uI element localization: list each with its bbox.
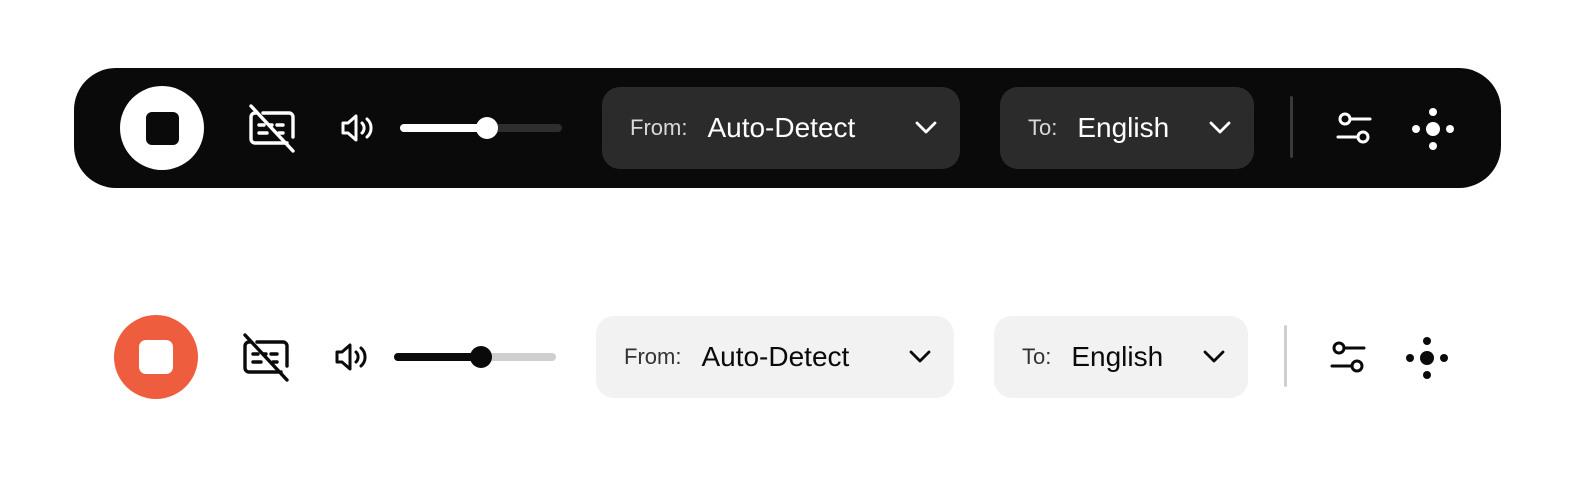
- to-language-dropdown[interactable]: To: English: [1000, 87, 1254, 169]
- speaker-icon: [335, 343, 367, 371]
- toolbar-divider: [1290, 96, 1293, 158]
- captions-toggle-button[interactable]: [244, 100, 300, 156]
- from-language-dropdown[interactable]: From: Auto-Detect: [596, 316, 954, 398]
- from-label: From:: [624, 344, 682, 369]
- chevron-down-icon: [915, 121, 937, 134]
- from-language-dropdown[interactable]: From: Auto-Detect: [602, 87, 960, 169]
- more-options-button[interactable]: [1402, 333, 1452, 383]
- chevron-down-icon: [909, 350, 931, 363]
- from-value: Auto-Detect: [707, 112, 856, 143]
- more-options-button[interactable]: [1408, 104, 1458, 154]
- chevron-down-icon: [1209, 121, 1231, 134]
- volume-fill: [400, 124, 488, 132]
- volume-slider[interactable]: [394, 346, 556, 368]
- stop-recording-button[interactable]: [120, 86, 204, 170]
- from-value: Auto-Detect: [701, 341, 850, 372]
- toolbar-divider: [1284, 325, 1287, 387]
- captions-off-icon: [243, 333, 289, 382]
- volume-slider[interactable]: [400, 117, 562, 139]
- stop-square-icon: [139, 340, 173, 374]
- speaker-icon: [341, 114, 373, 142]
- volume-thumb[interactable]: [476, 117, 499, 139]
- stop-recording-button[interactable]: [114, 315, 198, 399]
- mute-button[interactable]: [332, 337, 372, 377]
- sliders-icon: [1330, 341, 1366, 373]
- toolbar-light: From: Auto-Detect To: English: [68, 297, 1495, 417]
- settings-button[interactable]: [1332, 106, 1376, 150]
- dots-cluster-icon: [1406, 337, 1448, 379]
- captions-off-icon: [249, 104, 295, 153]
- chevron-down-icon: [1203, 350, 1225, 363]
- sliders-icon: [1336, 112, 1372, 144]
- to-label: To:: [1022, 344, 1052, 369]
- to-label: To:: [1028, 115, 1058, 140]
- volume-fill: [394, 353, 482, 361]
- captions-toggle-button[interactable]: [238, 329, 294, 385]
- stop-square-icon: [145, 111, 179, 145]
- to-value: English: [1077, 112, 1170, 143]
- from-label: From:: [630, 115, 688, 140]
- volume-thumb[interactable]: [470, 346, 493, 368]
- to-value: English: [1071, 341, 1164, 372]
- to-language-dropdown[interactable]: To: English: [994, 316, 1248, 398]
- toolbar-dark: From: Auto-Detect To: English: [74, 68, 1501, 188]
- settings-button[interactable]: [1326, 335, 1370, 379]
- dots-cluster-icon: [1412, 108, 1454, 150]
- mute-button[interactable]: [338, 108, 378, 148]
